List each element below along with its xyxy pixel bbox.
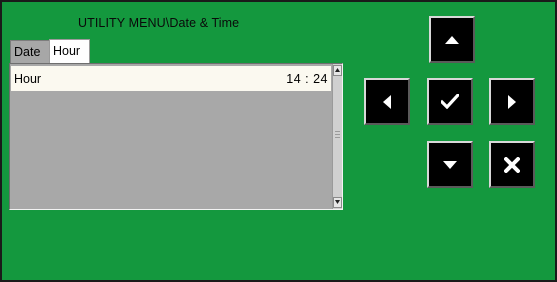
down-button[interactable] [427,141,473,188]
triangle-right-icon [508,94,516,109]
list-item-hour[interactable]: Hour 14 : 24 [11,66,331,91]
confirm-button[interactable] [427,78,473,125]
scroll-down-icon [335,200,340,204]
window-title: UTILITY MENU\Date & Time [78,16,240,30]
list-item-label: Hour [14,72,42,86]
scroll-up-button[interactable] [333,65,342,76]
tab-date[interactable]: Date [10,40,50,63]
triangle-up-icon [445,35,459,44]
triangle-left-icon [383,94,391,109]
scroll-up-icon [335,68,340,72]
vertical-scrollbar[interactable] [332,64,342,209]
scroll-down-button[interactable] [333,197,342,208]
scroll-grip-icon [335,131,340,141]
list-item-value: 14 : 24 [286,72,328,86]
left-button[interactable] [364,78,410,125]
cross-icon [504,156,520,173]
up-button[interactable] [429,16,475,63]
settings-list: Hour 14 : 24 [9,63,343,210]
checkmark-icon [441,94,459,109]
right-button[interactable] [489,78,535,125]
triangle-down-icon [443,160,457,169]
cancel-button[interactable] [489,141,535,188]
tab-hour[interactable]: Hour [49,39,90,64]
utility-screen: UTILITY MENU\Date & Time Date Hour Hour … [0,0,557,282]
